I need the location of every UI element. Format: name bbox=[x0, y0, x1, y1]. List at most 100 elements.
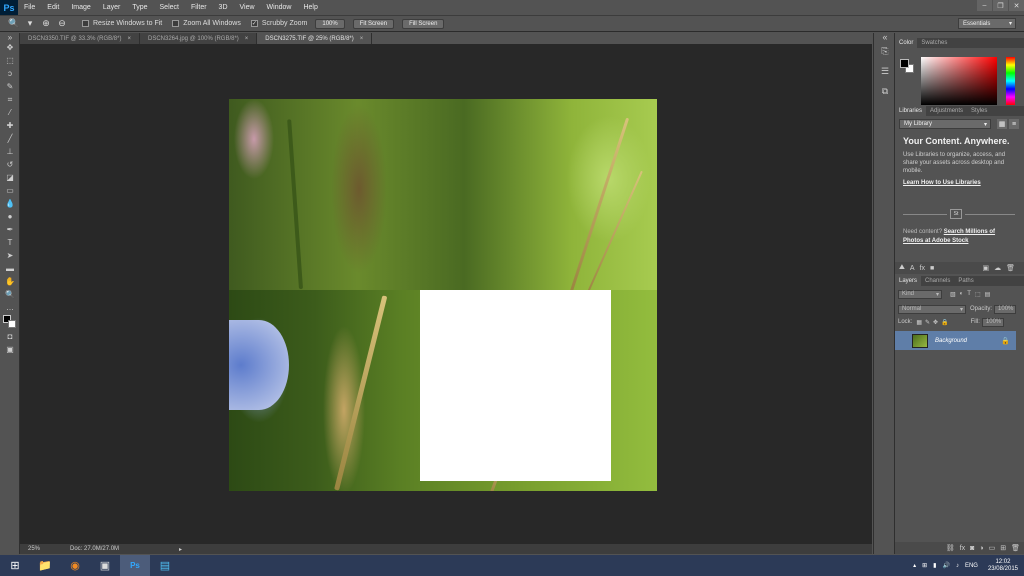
tab-paths[interactable]: Paths bbox=[954, 276, 977, 286]
background-color[interactable] bbox=[8, 320, 16, 328]
close-icon[interactable]: × bbox=[127, 36, 131, 42]
volume-icon[interactable]: 🔊 bbox=[942, 562, 949, 569]
adjustment-layer-icon[interactable]: ◑ bbox=[979, 545, 983, 552]
zoom-out-icon[interactable]: ⊖ bbox=[56, 18, 68, 30]
windows-start-icon[interactable]: ⊞ bbox=[0, 555, 30, 576]
chevron-right-icon[interactable]: ▸ bbox=[179, 546, 182, 553]
menu-type[interactable]: Type bbox=[126, 4, 153, 11]
filter-type-icon[interactable]: T bbox=[967, 291, 971, 297]
restore-icon[interactable]: ❐ bbox=[993, 0, 1008, 11]
workspace-select[interactable]: Essentials ▾ bbox=[958, 18, 1016, 29]
new-group-icon[interactable]: ▭ bbox=[989, 544, 996, 552]
blend-mode-select[interactable]: Normal ▾ bbox=[898, 304, 966, 314]
file-explorer-icon[interactable]: 📁 bbox=[30, 555, 60, 576]
chevron-up-icon[interactable]: ▴ bbox=[913, 562, 916, 569]
menu-filter[interactable]: Filter bbox=[185, 4, 213, 11]
menu-window[interactable]: Window bbox=[261, 4, 298, 11]
properties-panel-icon[interactable]: ☰ bbox=[874, 61, 896, 81]
gradient-tool-icon[interactable]: ▭ bbox=[0, 184, 20, 197]
firefox-icon[interactable]: ◉ bbox=[60, 555, 90, 576]
app-icon[interactable]: ▣ bbox=[90, 555, 120, 576]
menu-edit[interactable]: Edit bbox=[41, 4, 65, 11]
fill-input[interactable]: 100% bbox=[981, 317, 1004, 327]
add-layer-style-icon[interactable]: fx bbox=[920, 265, 925, 272]
photoshop-taskbar-icon[interactable]: Ps bbox=[120, 555, 150, 576]
menu-view[interactable]: View bbox=[234, 4, 261, 11]
resize-windows-checkbox[interactable]: Resize Windows to Fit bbox=[82, 20, 162, 27]
stock-icon[interactable]: ▣ bbox=[982, 264, 989, 272]
add-color-icon[interactable]: ■ bbox=[930, 265, 934, 272]
fit-screen-button[interactable]: Fit Screen bbox=[352, 18, 395, 29]
speaker-icon[interactable]: ♪ bbox=[956, 563, 959, 569]
language-indicator[interactable]: ENG bbox=[965, 563, 978, 569]
color-swatches[interactable] bbox=[0, 314, 20, 330]
menu-file[interactable]: File bbox=[18, 4, 41, 11]
add-element-icon[interactable]: ⛰ bbox=[899, 264, 905, 272]
layer-row-background[interactable]: Background 🔒 bbox=[895, 331, 1016, 350]
zoom-all-windows-checkbox[interactable]: Zoom All Windows bbox=[172, 20, 241, 27]
move-tool-icon[interactable]: ✥ bbox=[0, 41, 20, 54]
filter-smart-object-icon[interactable]: ▤ bbox=[985, 291, 991, 298]
lasso-tool-icon[interactable]: ↄ bbox=[0, 67, 20, 80]
link-layers-icon[interactable]: ⛓ bbox=[946, 544, 955, 552]
history-brush-tool-icon[interactable]: ↺ bbox=[0, 158, 20, 171]
tab-layers[interactable]: Layers bbox=[895, 276, 922, 286]
tab-styles[interactable]: Styles bbox=[967, 106, 991, 116]
quick-mask-icon[interactable]: ◘ bbox=[0, 330, 20, 343]
zoom-100-button[interactable]: 100% bbox=[315, 18, 345, 29]
foreground-color-swatch[interactable] bbox=[900, 59, 909, 68]
filter-shape-icon[interactable]: ⬚ bbox=[975, 291, 981, 298]
close-icon[interactable]: × bbox=[360, 36, 364, 42]
menu-image[interactable]: Image bbox=[65, 4, 96, 11]
kind-filter-select[interactable]: Kind ▾ bbox=[898, 289, 942, 299]
tab-dscn3275[interactable]: DSCN3275.TIF @ 25% (RGB/8*) × bbox=[257, 33, 373, 44]
layer-style-icon[interactable]: fx bbox=[960, 545, 965, 552]
tab-libraries[interactable]: Libraries bbox=[895, 106, 927, 116]
menu-help[interactable]: Help bbox=[297, 4, 323, 11]
screen-mode-icon[interactable]: ▣ bbox=[0, 343, 20, 356]
menu-3d[interactable]: 3D bbox=[213, 4, 234, 11]
scrubby-zoom-checkbox[interactable]: ✓ Scrubby Zoom bbox=[250, 20, 307, 27]
type-tool-icon[interactable]: T bbox=[0, 236, 20, 249]
brush-panel-icon[interactable]: ⧉ bbox=[874, 81, 896, 101]
filter-adjustment-icon[interactable]: ◐ bbox=[960, 291, 964, 297]
clone-stamp-tool-icon[interactable]: ⊥ bbox=[0, 145, 20, 158]
tab-swatches[interactable]: Swatches bbox=[917, 38, 951, 48]
hue-slider[interactable] bbox=[1006, 57, 1015, 105]
tab-channels[interactable]: Channels bbox=[921, 276, 954, 286]
new-layer-icon[interactable]: ⊞ bbox=[1000, 544, 1006, 552]
panel-collapse-icon[interactable]: « bbox=[874, 32, 896, 42]
layer-mask-icon[interactable]: ◙ bbox=[970, 545, 974, 552]
tab-dscn3264[interactable]: DSCN3264.jpg @ 100% (RGB/8*) × bbox=[139, 33, 258, 44]
zoom-tool-icon[interactable]: 🔍 bbox=[0, 288, 20, 301]
list-view-icon[interactable]: ≡ bbox=[1009, 119, 1019, 129]
chevron-down-icon[interactable]: ▾ bbox=[24, 18, 36, 30]
quick-select-tool-icon[interactable]: ✎ bbox=[0, 80, 20, 93]
edit-toolbar-icon[interactable]: … bbox=[0, 301, 20, 314]
hand-tool-icon[interactable]: ✋ bbox=[0, 275, 20, 288]
lock-position-icon[interactable]: ✥ bbox=[933, 319, 938, 326]
history-panel-icon[interactable]: ⎘ bbox=[874, 41, 896, 61]
eyedropper-tool-icon[interactable]: ⁄ bbox=[0, 106, 20, 119]
opacity-input[interactable]: 100% bbox=[994, 304, 1017, 314]
healing-brush-tool-icon[interactable]: ✚ bbox=[0, 119, 20, 132]
grid-view-icon[interactable]: ▦ bbox=[997, 119, 1007, 129]
path-select-tool-icon[interactable]: ➤ bbox=[0, 249, 20, 262]
menu-layer[interactable]: Layer bbox=[97, 4, 127, 11]
lock-pixels-icon[interactable]: ✎ bbox=[925, 319, 930, 326]
shape-tool-icon[interactable]: ▬ bbox=[0, 262, 20, 275]
fill-screen-button[interactable]: Fill Screen bbox=[402, 18, 445, 29]
network-icon[interactable]: ▮ bbox=[933, 562, 936, 569]
pen-tool-icon[interactable]: ✒ bbox=[0, 223, 20, 236]
app-icon[interactable]: ▤ bbox=[150, 555, 180, 576]
tab-dscn3350[interactable]: DSCN3350.TIF @ 33.3% (RGB/8*) × bbox=[20, 33, 140, 44]
lock-all-icon[interactable]: 🔒 bbox=[941, 319, 948, 326]
document-image[interactable] bbox=[229, 99, 657, 491]
close-icon[interactable]: × bbox=[245, 36, 249, 42]
filter-pixel-icon[interactable]: ▧ bbox=[950, 291, 956, 298]
panel-collapse-icon[interactable]: » bbox=[0, 33, 20, 42]
clock[interactable]: 12:02 23/08/2015 bbox=[988, 559, 1018, 573]
dodge-tool-icon[interactable]: ● bbox=[0, 210, 20, 223]
learn-libraries-link[interactable]: Learn How to Use Libraries bbox=[903, 180, 981, 186]
color-field[interactable] bbox=[921, 57, 997, 105]
